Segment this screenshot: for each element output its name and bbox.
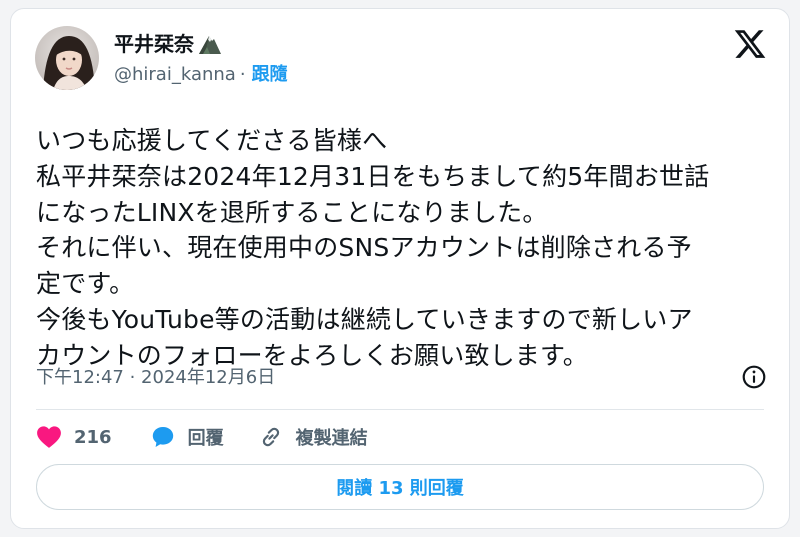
divider bbox=[36, 409, 764, 410]
tweet-line: 今後もYouTube等の活動は継続していきますので新しいア bbox=[36, 304, 693, 334]
copy-link-button[interactable]: 複製連結 bbox=[258, 423, 368, 451]
reply-bubble-icon bbox=[152, 427, 173, 447]
tweet-line: いつも応援してくださる皆様へ bbox=[36, 126, 388, 155]
tweet-card: 平井栞奈 @hirai_kanna · 跟隨 いつも応援してくださる皆様へ 私平… bbox=[10, 8, 790, 529]
reply-button[interactable]: 回覆 bbox=[150, 423, 224, 451]
follow-link[interactable]: 跟隨 bbox=[252, 63, 288, 87]
link-icon bbox=[262, 427, 279, 447]
tweet-text: いつも応援してくださる皆様へ 私平井栞奈は2024年12月31日をもちまして約5… bbox=[36, 123, 776, 374]
tweet-line: 定です。 bbox=[36, 269, 135, 299]
tweet-line: 私平井栞奈は2024年12月31日をもちまして約5年間お世話 bbox=[36, 161, 710, 191]
tweet-line: になったLINXを退所することになりました。 bbox=[36, 197, 548, 227]
avatar-image bbox=[35, 26, 99, 90]
like-count: 216 bbox=[74, 426, 112, 448]
tweet-timestamp[interactable]: 下午12:47 · 2024年12月6日 bbox=[36, 366, 275, 390]
x-logo-icon[interactable] bbox=[733, 27, 767, 61]
read-replies-button[interactable]: 閱讀 13 則回覆 bbox=[36, 464, 764, 510]
tweet-line: それに伴い、現在使用中のSNSアカウントは削除される予 bbox=[36, 233, 692, 263]
author-name-row[interactable]: 平井栞奈 bbox=[114, 31, 222, 57]
tweet-actions: 216 回覆 複製連結 bbox=[36, 423, 368, 451]
reply-label: 回覆 bbox=[187, 428, 224, 449]
mountain-emoji-icon bbox=[199, 36, 221, 54]
info-icon[interactable] bbox=[741, 364, 767, 390]
like-button[interactable]: 216 bbox=[36, 423, 112, 451]
author-handle[interactable]: @hirai_kanna bbox=[114, 63, 236, 87]
avatar[interactable] bbox=[35, 26, 99, 90]
author-handle-row: @hirai_kanna · 跟隨 bbox=[114, 63, 288, 87]
heart-icon bbox=[37, 426, 61, 448]
handle-separator: · bbox=[239, 64, 246, 85]
copy-link-label: 複製連結 bbox=[295, 428, 368, 449]
author-display-name[interactable]: 平井栞奈 bbox=[114, 31, 194, 57]
